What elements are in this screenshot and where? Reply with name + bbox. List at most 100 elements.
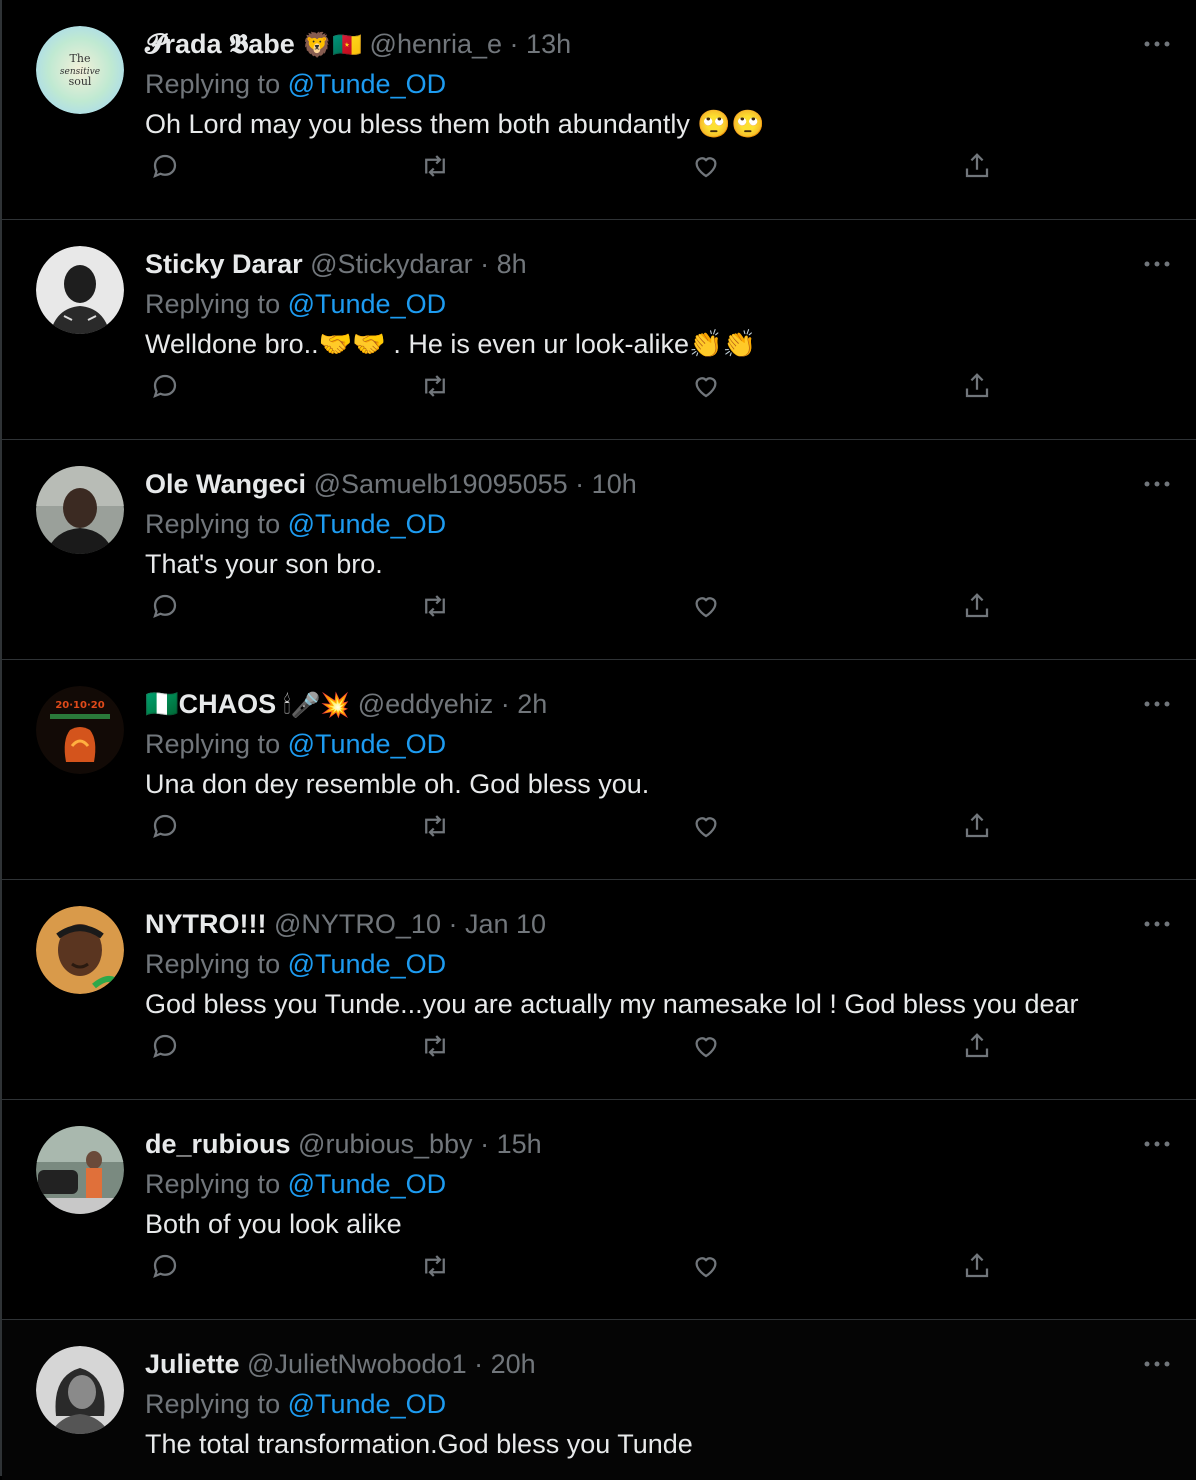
mention-link[interactable]: @Tunde_OD [288,1169,446,1199]
reply-icon[interactable] [145,586,185,626]
separator-dot: · [472,1129,497,1159]
mention-link[interactable]: @Tunde_OD [288,1389,446,1419]
tweet-text: Welldone bro..🤝🤝 . He is even ur look-al… [145,329,757,359]
reply-tweet[interactable]: Ole Wangeci @Samuelb19095055 · 10h Reply… [2,440,1196,660]
reply-feed: The sensitive soul 𝓟rada 𝕭abe 🦁🇨🇲 @henri… [0,0,1196,1480]
tweet-header: 🇳🇬CHAOS 🕯🎤💥 @eddyehiz · 2h [145,686,547,722]
display-name[interactable]: 𝓟rada 𝕭abe [145,29,295,59]
like-icon[interactable] [686,586,726,626]
reply-icon[interactable] [145,146,185,186]
replying-to: Replying to @Tunde_OD [145,726,446,762]
replying-to-label: Replying to [145,289,281,319]
tweet-header: NYTRO!!! @NYTRO_10 · Jan 10 [145,906,546,942]
avatar[interactable] [36,1126,124,1214]
like-icon[interactable] [686,806,726,846]
replying-to-label: Replying to [145,1389,281,1419]
tweet-header: de_rubious @rubious_bby · 15h [145,1126,542,1162]
more-options-icon[interactable] [1140,910,1174,938]
tweet-header: Juliette @JulietNwobodo1 · 20h [145,1346,536,1382]
retweet-icon[interactable] [415,1246,455,1286]
svg-text:The: The [70,52,91,65]
separator-dot: · [502,29,527,59]
display-name[interactable]: Ole Wangeci [145,469,306,499]
separator-dot: · [567,469,592,499]
more-options-icon[interactable] [1140,470,1174,498]
tweet-header: 𝓟rada 𝕭abe 🦁🇨🇲 @henria_e · 13h [145,26,571,62]
replying-to: Replying to @Tunde_OD [145,1386,446,1422]
timestamp[interactable]: Jan 10 [465,909,546,939]
display-name[interactable]: NYTRO!!! [145,909,266,939]
display-name[interactable]: Sticky Darar [145,249,303,279]
share-icon[interactable] [957,1246,997,1286]
replying-to: Replying to @Tunde_OD [145,506,446,542]
timestamp[interactable]: 10h [592,469,637,499]
tweet-header: Ole Wangeci @Samuelb19095055 · 10h [145,466,637,502]
display-name[interactable]: 🇳🇬CHAOS [145,689,276,719]
mention-link[interactable]: @Tunde_OD [288,949,446,979]
like-icon[interactable] [686,146,726,186]
tweet-actions [145,586,1045,626]
username[interactable]: @eddyehiz [358,689,494,719]
mention-link[interactable]: @Tunde_OD [288,509,446,539]
timestamp[interactable]: 15h [497,1129,542,1159]
reply-icon[interactable] [145,1246,185,1286]
replying-to-label: Replying to [145,509,281,539]
avatar[interactable] [36,906,124,994]
reply-icon[interactable] [145,366,185,406]
more-options-icon[interactable] [1140,1130,1174,1158]
timestamp[interactable]: 13h [526,29,571,59]
username[interactable]: @NYTRO_10 [274,909,441,939]
username[interactable]: @JulietNwobodo1 [247,1349,467,1379]
reply-tweet[interactable]: Juliette @JulietNwobodo1 · 20h Replying … [2,1320,1196,1480]
retweet-icon[interactable] [415,806,455,846]
like-icon[interactable] [686,366,726,406]
reply-tweet[interactable]: NYTRO!!! @NYTRO_10 · Jan 10 Replying to … [2,880,1196,1100]
reply-icon[interactable] [145,1026,185,1066]
replying-to: Replying to @Tunde_OD [145,946,446,982]
replying-to-label: Replying to [145,69,281,99]
reply-tweet[interactable]: 20·10·20 🇳🇬CHAOS 🕯🎤💥 @eddyehiz · 2h Repl… [2,660,1196,880]
separator-dot: · [440,909,465,939]
more-options-icon[interactable] [1140,1350,1174,1378]
share-icon[interactable] [957,586,997,626]
retweet-icon[interactable] [415,1026,455,1066]
avatar[interactable] [36,466,124,554]
username[interactable]: @rubious_bby [298,1129,473,1159]
username[interactable]: @henria_e [370,29,503,59]
like-icon[interactable] [686,1026,726,1066]
share-icon[interactable] [957,806,997,846]
tweet-actions [145,1026,1045,1066]
mention-link[interactable]: @Tunde_OD [288,729,446,759]
avatar[interactable] [36,246,124,334]
like-icon[interactable] [686,1246,726,1286]
reply-tweet[interactable]: de_rubious @rubious_bby · 15h Replying t… [2,1100,1196,1320]
separator-dot: · [493,689,518,719]
more-options-icon[interactable] [1140,250,1174,278]
mention-link[interactable]: @Tunde_OD [288,69,446,99]
display-name[interactable]: Juliette [145,1349,240,1379]
avatar[interactable]: 20·10·20 [36,686,124,774]
mention-link[interactable]: @Tunde_OD [288,289,446,319]
username[interactable]: @Stickydarar [310,249,472,279]
username[interactable]: @Samuelb19095055 [314,469,568,499]
more-options-icon[interactable] [1140,690,1174,718]
name-emojis: 🕯🎤💥 [283,692,351,719]
avatar[interactable] [36,1346,124,1434]
reply-tweet[interactable]: The sensitive soul 𝓟rada 𝕭abe 🦁🇨🇲 @henri… [2,0,1196,220]
avatar[interactable]: The sensitive soul [36,26,124,114]
timestamp[interactable]: 20h [491,1349,536,1379]
tweet-actions [145,1246,1045,1286]
tweet-text: That's your son bro. [145,549,383,579]
retweet-icon[interactable] [415,586,455,626]
share-icon[interactable] [957,1026,997,1066]
retweet-icon[interactable] [415,366,455,406]
share-icon[interactable] [957,366,997,406]
share-icon[interactable] [957,146,997,186]
display-name[interactable]: de_rubious [145,1129,291,1159]
reply-icon[interactable] [145,806,185,846]
reply-tweet[interactable]: Sticky Darar @Stickydarar · 8h Replying … [2,220,1196,440]
timestamp[interactable]: 8h [497,249,527,279]
retweet-icon[interactable] [415,146,455,186]
timestamp[interactable]: 2h [517,689,547,719]
more-options-icon[interactable] [1140,30,1174,58]
